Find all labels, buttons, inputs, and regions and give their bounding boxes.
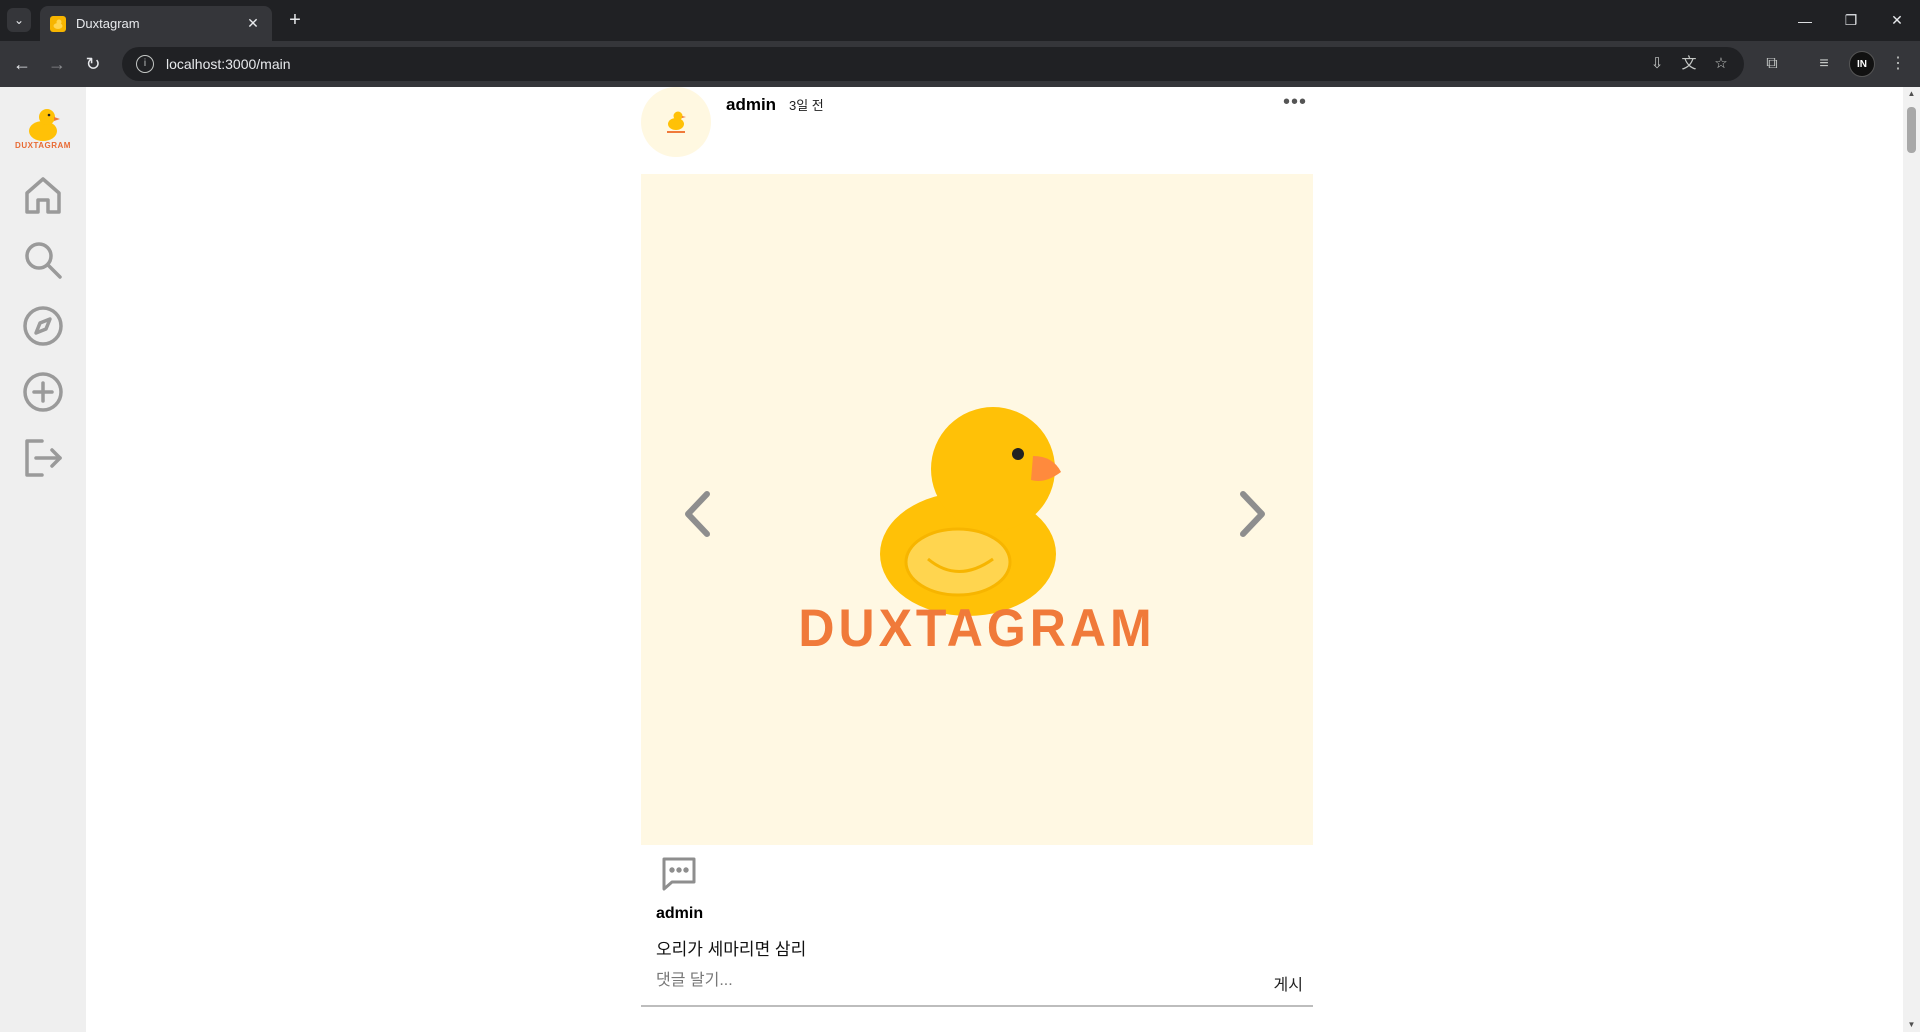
- profile-avatar[interactable]: IN: [1849, 51, 1875, 77]
- duck-avatar-icon: [667, 111, 686, 133]
- browser-toolbar: ← → ↻ i localhost:3000/main ⇩ 文 ☆ ⧉ ≡ IN…: [0, 41, 1920, 87]
- browser-tabstrip: ⌄ Duxtagram ✕ + — ❐ ✕: [0, 0, 1920, 41]
- chevron-left-icon: [685, 491, 710, 537]
- post-comment-button[interactable]: 게시: [1274, 971, 1303, 995]
- scroll-thumb[interactable]: [1907, 107, 1916, 153]
- restore-icon[interactable]: ❐: [1828, 0, 1874, 41]
- post-options-button[interactable]: •••: [1283, 92, 1307, 112]
- tab-close-icon[interactable]: ✕: [244, 15, 262, 32]
- post-divider: [641, 1005, 1313, 1007]
- browser-menu-icon[interactable]: ⋮: [1886, 52, 1910, 76]
- app-logo[interactable]: DUXTAGRAM: [15, 105, 71, 157]
- new-tab-button[interactable]: +: [283, 9, 307, 33]
- carousel-next-button[interactable]: [1233, 484, 1273, 544]
- carousel-prev-button[interactable]: [677, 484, 717, 544]
- chevron-right-icon: [1240, 491, 1265, 537]
- scroll-down-icon[interactable]: ▼: [1903, 1018, 1920, 1032]
- minimize-icon[interactable]: —: [1782, 0, 1828, 41]
- duck-illustration: [873, 394, 1099, 624]
- tab-title: Duxtagram: [76, 16, 140, 31]
- duck-logo-icon: [29, 109, 60, 141]
- page-scrollbar[interactable]: ▲ ▼: [1903, 87, 1920, 1032]
- caption-username[interactable]: admin: [656, 905, 703, 923]
- forward-icon[interactable]: →: [45, 52, 69, 76]
- tab-search-button[interactable]: ⌄: [7, 8, 31, 32]
- comment-icon[interactable]: [661, 856, 697, 892]
- install-app-icon[interactable]: ⇩: [1648, 55, 1666, 73]
- reload-icon[interactable]: ↻: [81, 52, 105, 76]
- address-bar[interactable]: i localhost:3000/main ⇩ 文 ☆: [122, 47, 1744, 81]
- site-info-icon[interactable]: i: [136, 55, 154, 73]
- media-controls-icon[interactable]: ≡: [1812, 52, 1836, 76]
- logout-icon[interactable]: [20, 435, 66, 481]
- avatar[interactable]: [641, 87, 711, 157]
- feed-post: admin 3일 전 ••• DUXTAGRAM admin 오리가 세마리면 …: [641, 87, 1313, 1007]
- comment-input[interactable]: [656, 969, 1216, 993]
- compass-icon[interactable]: [20, 303, 66, 349]
- search-icon[interactable]: [20, 237, 66, 283]
- image-brand-text: DUXTAGRAM: [798, 598, 1156, 658]
- post-timestamp: 3일 전: [789, 98, 824, 113]
- plus-circle-icon[interactable]: [20, 369, 66, 415]
- bookmark-star-icon[interactable]: ☆: [1712, 55, 1730, 73]
- back-icon[interactable]: ←: [10, 52, 34, 76]
- extensions-icon[interactable]: ⧉: [1760, 52, 1784, 76]
- sidebar: DUXTAGRAM: [0, 87, 86, 1032]
- close-window-icon[interactable]: ✕: [1874, 0, 1920, 41]
- page-viewport: DUXTAGRAM admin 3일 전 ••• DUXTAGRAM admin…: [0, 87, 1920, 1032]
- translate-icon[interactable]: 文: [1680, 55, 1698, 73]
- scroll-up-icon[interactable]: ▲: [1903, 87, 1920, 101]
- logo-text: DUXTAGRAM: [15, 141, 71, 150]
- address-url[interactable]: localhost:3000/main: [166, 56, 291, 72]
- post-username[interactable]: admin: [726, 95, 776, 115]
- tab-favicon-icon: [50, 15, 66, 32]
- browser-tab[interactable]: Duxtagram ✕: [40, 6, 272, 41]
- post-image-carousel: DUXTAGRAM: [641, 174, 1313, 845]
- post-caption: 오리가 세마리면 삼리: [656, 940, 807, 959]
- home-icon[interactable]: [20, 172, 66, 218]
